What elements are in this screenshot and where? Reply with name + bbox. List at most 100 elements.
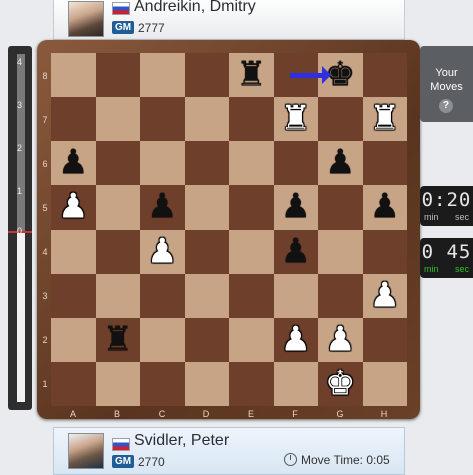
square-g2[interactable]: ♟ <box>318 317 363 362</box>
square-a3[interactable] <box>51 273 96 318</box>
black-rook-icon[interactable]: ♜ <box>229 57 274 91</box>
square-b3[interactable] <box>95 273 140 318</box>
file-label: B <box>113 409 120 419</box>
square-e6[interactable] <box>229 141 274 186</box>
square-b2[interactable]: ♜ <box>95 317 141 362</box>
square-e1[interactable] <box>229 361 274 406</box>
russia-flag-icon <box>112 2 130 15</box>
eval-label: 2 <box>17 311 23 321</box>
black-pawn-icon[interactable]: ♟ <box>274 234 319 268</box>
clock-icon <box>284 453 297 466</box>
square-e2[interactable] <box>229 317 274 362</box>
square-d3[interactable] <box>184 273 229 318</box>
square-d6[interactable] <box>184 141 229 186</box>
square-b6[interactable] <box>95 141 140 186</box>
white-pawn-icon[interactable]: ♟ <box>363 278 408 312</box>
square-e5[interactable] <box>229 185 274 230</box>
black-pawn-icon[interactable]: ♟ <box>51 146 96 180</box>
help-icon[interactable]: ? <box>439 99 453 113</box>
square-c6[interactable] <box>140 141 185 186</box>
top-player-name[interactable]: Andreikin, Dmitry <box>134 0 256 16</box>
white-rook-icon[interactable]: ♜ <box>274 102 319 136</box>
square-g6[interactable]: ♟ <box>318 141 363 186</box>
file-label: F <box>292 409 298 419</box>
black-pawn-icon[interactable]: ♟ <box>363 190 408 224</box>
eval-label: 0 <box>17 226 23 236</box>
square-e3[interactable] <box>229 273 274 318</box>
square-f7[interactable]: ♜ <box>273 97 319 142</box>
square-c3[interactable] <box>140 273 185 318</box>
square-a2[interactable] <box>51 317 96 362</box>
square-a6[interactable]: ♟ <box>51 141 96 186</box>
black-pawn-icon[interactable]: ♟ <box>274 190 319 224</box>
square-b7[interactable] <box>95 97 140 142</box>
black-rook-icon[interactable]: ♜ <box>96 322 141 356</box>
rank-label: 4 <box>42 247 48 257</box>
bottom-player-rating: 2770 <box>138 455 165 469</box>
clock-sec-label: sec <box>454 212 469 222</box>
square-a5[interactable]: ♟ <box>51 185 96 230</box>
square-h8[interactable] <box>362 53 407 98</box>
square-a7[interactable] <box>51 97 96 142</box>
square-c8[interactable] <box>140 53 185 98</box>
rank-label: 5 <box>42 203 48 213</box>
black-pawn-icon[interactable]: ♟ <box>140 190 185 224</box>
square-f1[interactable] <box>273 361 318 406</box>
chess-board[interactable]: ♜ ♚ ♜ ♜ ♟ ♟ ♟ ♟ ♟ ♟ ♟ ♟ ♟ ♜ ♟ ♟ ♚ <box>51 53 407 406</box>
square-b5[interactable] <box>95 185 140 230</box>
square-a4[interactable] <box>51 229 96 274</box>
square-h1[interactable] <box>362 361 407 406</box>
white-king-icon[interactable]: ♚ <box>318 366 363 400</box>
square-e8[interactable]: ♜ <box>229 53 274 98</box>
square-h7[interactable]: ♜ <box>362 97 408 142</box>
square-f2[interactable]: ♟ <box>273 317 319 362</box>
square-f3[interactable] <box>273 273 318 318</box>
square-g7[interactable] <box>318 97 363 142</box>
square-g1[interactable]: ♚ <box>318 361 363 406</box>
clock-min-label: min <box>424 264 439 274</box>
square-d4[interactable] <box>184 229 229 274</box>
square-c7[interactable] <box>140 97 185 142</box>
square-f4[interactable]: ♟ <box>273 229 319 274</box>
white-pawn-icon[interactable]: ♟ <box>274 322 319 356</box>
square-d7[interactable] <box>184 97 229 142</box>
square-a8[interactable] <box>51 53 96 98</box>
square-h2[interactable] <box>362 317 407 362</box>
white-pawn-icon[interactable]: ♟ <box>51 190 96 224</box>
square-b1[interactable] <box>95 361 140 406</box>
square-h6[interactable] <box>362 141 407 186</box>
square-g3[interactable] <box>318 273 363 318</box>
square-g4[interactable] <box>318 229 363 274</box>
white-rook-icon[interactable]: ♜ <box>363 102 408 136</box>
eval-label: 4 <box>17 393 23 403</box>
square-f6[interactable] <box>273 141 318 186</box>
square-h5[interactable]: ♟ <box>362 185 408 230</box>
white-pawn-icon[interactable]: ♟ <box>318 322 363 356</box>
square-h3[interactable]: ♟ <box>362 273 408 318</box>
square-a1[interactable] <box>51 361 96 406</box>
square-d8[interactable] <box>184 53 229 98</box>
eval-label: 2 <box>17 143 23 153</box>
file-label: D <box>202 409 210 419</box>
square-f5[interactable]: ♟ <box>273 185 319 230</box>
square-c5[interactable]: ♟ <box>140 185 185 230</box>
your-moves-button[interactable]: Your Moves ? <box>420 46 473 122</box>
bottom-player-title-badge: GM <box>112 455 134 468</box>
square-b4[interactable] <box>95 229 140 274</box>
clock-time: 0 45 <box>421 241 472 263</box>
square-b8[interactable] <box>95 53 140 98</box>
top-player-panel: Andreikin, Dmitry GM 2777 <box>53 0 405 40</box>
square-d2[interactable] <box>184 317 229 362</box>
square-e7[interactable] <box>229 97 274 142</box>
square-h4[interactable] <box>362 229 407 274</box>
square-c1[interactable] <box>140 361 185 406</box>
square-d5[interactable] <box>184 185 229 230</box>
white-pawn-icon[interactable]: ♟ <box>140 234 185 268</box>
square-c4[interactable]: ♟ <box>140 229 185 274</box>
bottom-player-name[interactable]: Svidler, Peter <box>134 432 229 450</box>
square-d1[interactable] <box>184 361 229 406</box>
black-pawn-icon[interactable]: ♟ <box>318 146 363 180</box>
square-c2[interactable] <box>140 317 185 362</box>
square-g5[interactable] <box>318 185 363 230</box>
square-e4[interactable] <box>229 229 274 274</box>
